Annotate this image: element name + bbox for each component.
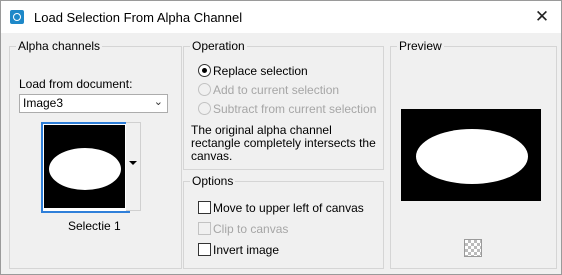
chevron-down-icon: ⌄ (153, 96, 163, 108)
preview-canvas (401, 109, 541, 201)
invert-image-checkbox[interactable] (198, 243, 211, 256)
clip-to-canvas-label[interactable]: Clip to canvas (213, 222, 288, 236)
add-selection-label[interactable]: Add to current selection (213, 83, 339, 97)
subtract-selection-radio[interactable] (198, 102, 211, 115)
transparency-checker-icon[interactable] (464, 239, 482, 257)
channel-name-label: Selectie 1 (68, 219, 121, 233)
move-upper-left-label[interactable]: Move to upper left of canvas (213, 201, 364, 215)
replace-selection-radio[interactable] (198, 64, 211, 77)
intersect-message-line2: rectangle completely intersects the (191, 136, 376, 150)
add-selection-radio[interactable] (198, 83, 211, 96)
preview-label: Preview (397, 39, 444, 53)
channel-thumbnail-image (44, 125, 125, 208)
thumbnail-ellipse (49, 148, 121, 190)
intersect-message-line3: canvas. (191, 149, 233, 163)
load-from-document-label: Load from document: (19, 77, 133, 91)
invert-image-label[interactable]: Invert image (213, 243, 279, 257)
document-select-value: Image3 (23, 96, 64, 110)
clip-to-canvas-checkbox[interactable] (198, 222, 211, 235)
operation-label: Operation (190, 39, 247, 53)
preview-ellipse (416, 129, 528, 184)
replace-selection-label[interactable]: Replace selection (213, 64, 308, 78)
window-title: Load Selection From Alpha Channel (34, 10, 243, 25)
options-label: Options (190, 174, 236, 188)
close-button[interactable]: ✕ (529, 5, 555, 29)
intersect-message-line1: The original alpha channel (191, 123, 332, 137)
dialog-window: Load Selection From Alpha Channel ✕ Alph… (0, 0, 562, 275)
channel-thumbnail[interactable] (41, 122, 130, 213)
channel-dropdown-button[interactable] (126, 122, 141, 211)
document-select[interactable]: Image3 ⌄ (19, 94, 168, 113)
subtract-selection-label[interactable]: Subtract from current selection (213, 102, 376, 116)
alpha-channels-label: Alpha channels (16, 39, 103, 53)
title-bar[interactable]: Load Selection From Alpha Channel ✕ (1, 1, 561, 33)
move-upper-left-checkbox[interactable] (198, 201, 211, 214)
app-icon (10, 10, 24, 24)
